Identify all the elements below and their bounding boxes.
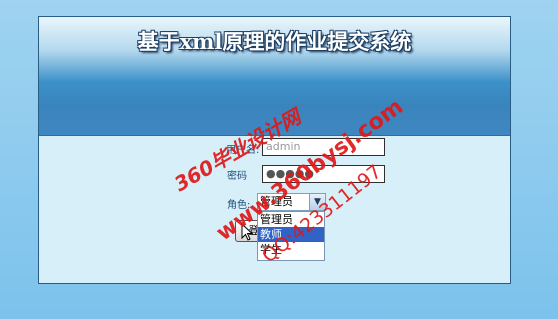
page-title: 基于xml原理的作业提交系统 (137, 29, 412, 54)
